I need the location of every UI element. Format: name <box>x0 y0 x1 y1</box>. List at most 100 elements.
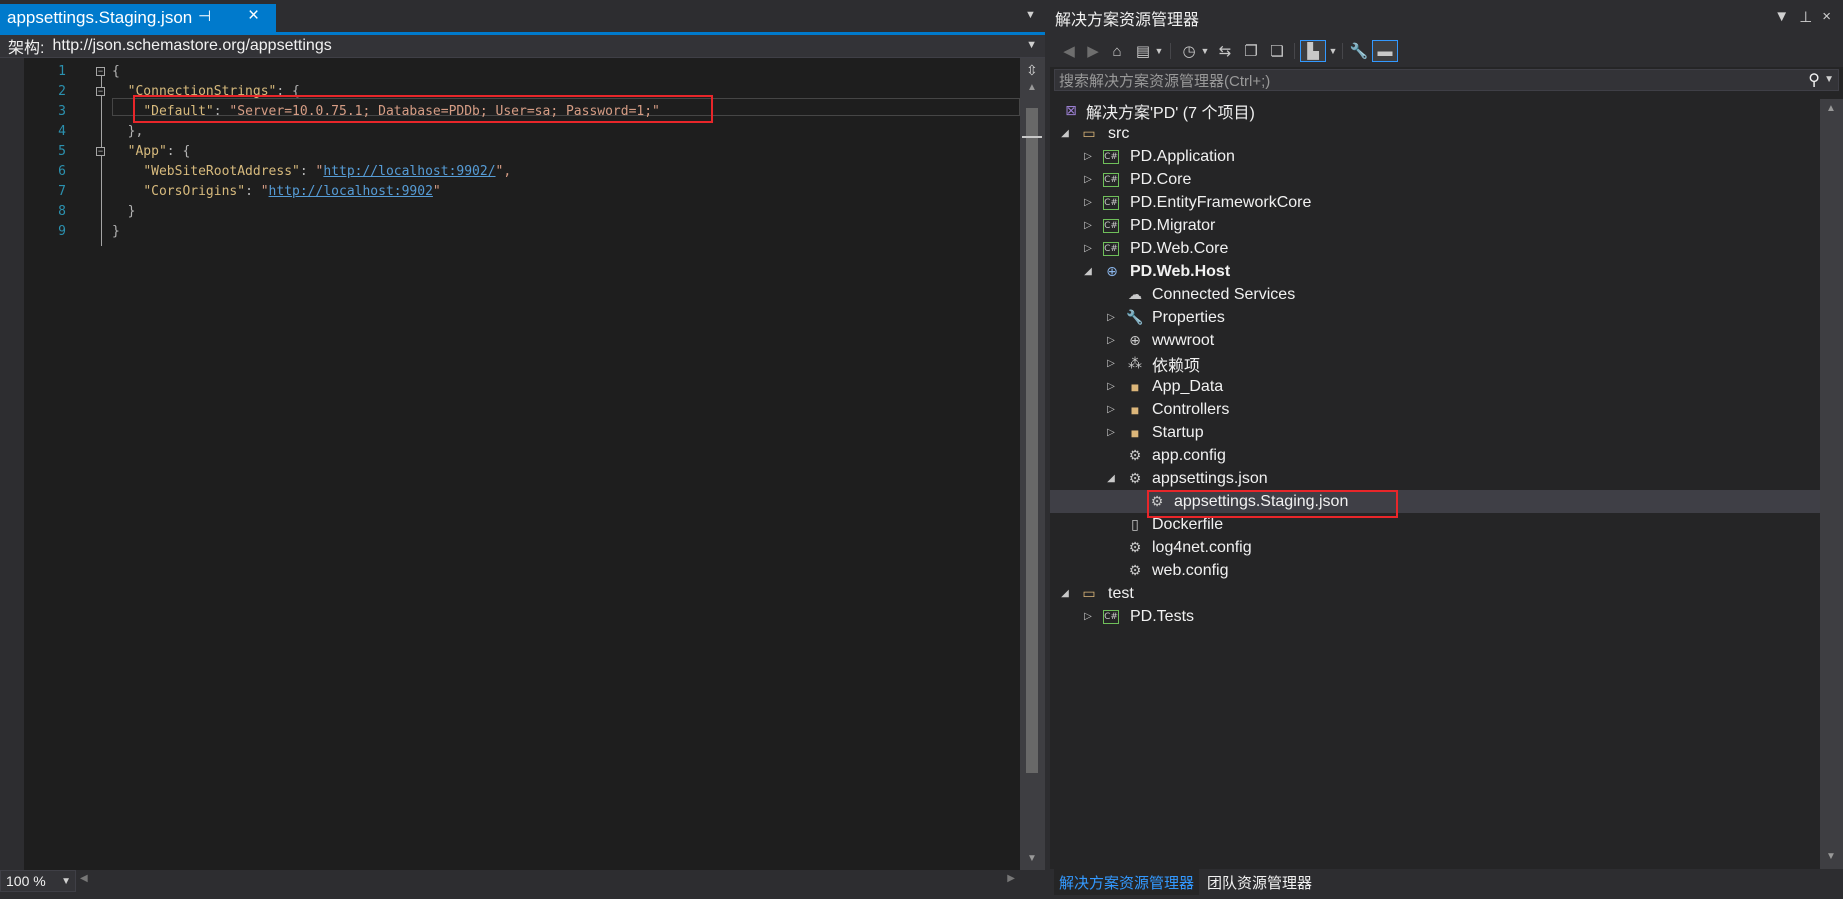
collapsed-arrow-icon[interactable]: ▷ <box>1105 358 1117 369</box>
pending-changes-filter-icon[interactable]: ◷ <box>1178 40 1200 62</box>
collapsed-arrow-icon[interactable]: ▷ <box>1082 174 1094 185</box>
tab-appsettings-staging[interactable]: appsettings.Staging.json ⊣ × <box>0 4 276 32</box>
properties-wrench-icon[interactable]: 🔧 <box>1348 40 1370 62</box>
tree-item-log4net-config[interactable]: ⚙ log4net.config <box>1050 536 1820 559</box>
json-token: : <box>299 164 316 179</box>
back-icon[interactable]: ◀ <box>1060 40 1078 62</box>
chevron-down-icon[interactable]: ▼ <box>1200 40 1210 62</box>
tree-item-pd-efcore[interactable]: ▷ C# PD.EntityFrameworkCore <box>1050 191 1820 214</box>
tab-team-explorer[interactable]: 团队资源管理器 <box>1202 869 1317 895</box>
caret-position-marker <box>1022 136 1042 138</box>
close-icon[interactable]: × <box>1822 8 1831 26</box>
code-editor[interactable]: 1 2 3 4 5 6 7 8 9 − − − { "ConnectionStr… <box>0 58 1020 870</box>
auto-hide-pin-icon[interactable]: ⊥ <box>1799 8 1812 26</box>
chevron-down-icon[interactable]: ▼ <box>1824 74 1834 85</box>
tree-item-dependencies[interactable]: ▷ ⁂ 依赖项 <box>1050 352 1820 375</box>
tree-item-test[interactable]: ◢ ▭ test <box>1050 582 1820 605</box>
tree-item-label: PD.Application <box>1130 147 1235 165</box>
close-icon[interactable]: × <box>248 5 259 27</box>
collapsed-arrow-icon[interactable]: ▷ <box>1105 427 1117 438</box>
collapsed-arrow-icon[interactable]: ▷ <box>1105 404 1117 415</box>
url-link[interactable]: http://localhost:9902 <box>269 184 433 199</box>
collapse-icon[interactable]: − <box>96 67 105 76</box>
preview-pane-icon[interactable]: ▬ <box>1372 40 1398 62</box>
scroll-up-icon[interactable]: ▲ <box>1826 103 1836 114</box>
code-line-7: "CorsOrigins": "http://localhost:9902" <box>112 182 660 202</box>
sync-active-document-icon[interactable]: ⇆ <box>1214 40 1236 62</box>
scroll-right-icon[interactable]: ▶ <box>1007 873 1015 884</box>
tree-item-label: Controllers <box>1152 400 1230 418</box>
collapsed-arrow-icon[interactable]: ▷ <box>1082 220 1094 231</box>
chevron-down-icon[interactable]: ▼ <box>61 876 71 887</box>
line-number: 2 <box>58 84 66 99</box>
expanded-arrow-icon[interactable]: ◢ <box>1059 588 1071 599</box>
collapse-icon[interactable]: − <box>96 147 105 156</box>
tree-item-app-config[interactable]: ⚙ app.config <box>1050 444 1820 467</box>
globe-icon: ⊕ <box>1129 332 1141 348</box>
annotation-highlight-box <box>1147 490 1398 518</box>
tree-item-connected-services[interactable]: ☁ Connected Services <box>1050 283 1820 306</box>
zoom-dropdown[interactable]: 100 % ▼ <box>0 870 76 892</box>
tree-item-pd-tests[interactable]: ▷ C# PD.Tests <box>1050 605 1820 628</box>
split-window-icon[interactable]: ⇳ <box>1026 62 1038 79</box>
tree-item-pd-migrator[interactable]: ▷ C# PD.Migrator <box>1050 214 1820 237</box>
collapse-all-icon[interactable]: ❐ <box>1240 40 1262 62</box>
expanded-arrow-icon[interactable]: ◢ <box>1082 266 1094 277</box>
expanded-arrow-icon[interactable]: ◢ <box>1105 473 1117 484</box>
tree-item-src[interactable]: ◢ ▭ src <box>1050 122 1820 145</box>
tree-item-pd-application[interactable]: ▷ C# PD.Application <box>1050 145 1820 168</box>
tree-item-pd-web-host[interactable]: ◢ ⊕ PD.Web.Host <box>1050 260 1820 283</box>
preview-selected-items-icon[interactable]: ▙ <box>1300 40 1326 62</box>
url-link[interactable]: http://localhost:9902/ <box>323 164 495 179</box>
collapsed-arrow-icon[interactable]: ▷ <box>1082 611 1094 622</box>
scroll-thumb[interactable] <box>1026 108 1038 773</box>
panel-bottom-tabs: 解决方案资源管理器 团队资源管理器 <box>1050 869 1843 899</box>
scroll-down-icon[interactable]: ▼ <box>1027 853 1037 864</box>
tree-item-wwwroot[interactable]: ▷ ⊕ wwwroot <box>1050 329 1820 352</box>
schema-selector[interactable]: 架构: http://json.schemastore.org/appsetti… <box>0 35 1045 58</box>
solution-search-input[interactable]: 搜索解决方案资源管理器(Ctrl+;) ⚲ ▼ <box>1054 69 1839 91</box>
scroll-down-icon[interactable]: ▼ <box>1826 851 1836 862</box>
tree-item-solution[interactable]: ⊠ 解决方案'PD' (7 个项目) <box>1050 99 1820 122</box>
collapsed-arrow-icon[interactable]: ▷ <box>1082 243 1094 254</box>
search-icon[interactable]: ⚲ <box>1808 70 1820 90</box>
tree-item-label: test <box>1108 584 1134 602</box>
home-icon[interactable]: ⌂ <box>1106 40 1128 62</box>
solution-explorer-titlebar: 解决方案资源管理器 ▼ ⊥ × <box>1050 0 1843 35</box>
chevron-down-icon[interactable]: ▼ <box>1328 40 1338 62</box>
folder-open-icon: ▭ <box>1082 125 1096 141</box>
collapsed-arrow-icon[interactable]: ▷ <box>1105 335 1117 346</box>
tree-item-controllers[interactable]: ▷ ■ Controllers <box>1050 398 1820 421</box>
csharp-project-icon: C# <box>1103 149 1119 164</box>
tree-item-startup[interactable]: ▷ ■ Startup <box>1050 421 1820 444</box>
tab-solution-explorer[interactable]: 解决方案资源管理器 <box>1054 869 1200 895</box>
expanded-arrow-icon[interactable]: ◢ <box>1059 128 1071 139</box>
collapsed-arrow-icon[interactable]: ▷ <box>1105 381 1117 392</box>
chevron-down-icon[interactable]: ▼ <box>1026 39 1037 51</box>
csharp-project-icon: C# <box>1103 241 1119 256</box>
tree-vertical-scrollbar[interactable]: ▲ ▼ <box>1820 99 1843 869</box>
scroll-up-icon[interactable]: ▲ <box>1027 82 1037 93</box>
solution-explorer-toolbar: ◀ ▶ ⌂ ▤ ▼ ◷ ▼ ⇆ ❐ ❏ ▙ ▼ 🔧 ▬ <box>1050 35 1843 67</box>
tree-item-app-data[interactable]: ▷ ■ App_Data <box>1050 375 1820 398</box>
window-position-dropdown-icon[interactable]: ▼ <box>1774 8 1789 26</box>
tree-item-properties[interactable]: ▷ 🔧 Properties <box>1050 306 1820 329</box>
forward-icon[interactable]: ▶ <box>1084 40 1102 62</box>
tree-item-pd-web-core[interactable]: ▷ C# PD.Web.Core <box>1050 237 1820 260</box>
tree-item-web-config[interactable]: ⚙ web.config <box>1050 559 1820 582</box>
tree-item-pd-core[interactable]: ▷ C# PD.Core <box>1050 168 1820 191</box>
tab-list-dropdown-icon[interactable]: ▼ <box>1025 9 1036 21</box>
chevron-down-icon[interactable]: ▼ <box>1154 40 1164 62</box>
collapse-icon[interactable]: − <box>96 87 105 96</box>
tree-item-appsettings-json[interactable]: ◢ ⚙ appsettings.json <box>1050 467 1820 490</box>
editor-vertical-scrollbar[interactable]: ⇳ ▲ ▼ <box>1020 58 1045 870</box>
pin-icon[interactable]: ⊣ <box>198 7 211 25</box>
show-all-files-icon[interactable]: ❏ <box>1266 40 1288 62</box>
scroll-left-icon[interactable]: ◀ <box>80 873 88 884</box>
switch-views-icon[interactable]: ▤ <box>1132 40 1154 62</box>
collapsed-arrow-icon[interactable]: ▷ <box>1082 197 1094 208</box>
collapsed-arrow-icon[interactable]: ▷ <box>1082 151 1094 162</box>
editor-horizontal-scrollbar[interactable]: ◀ ▶ <box>80 873 1015 887</box>
line-number: 4 <box>58 124 66 139</box>
collapsed-arrow-icon[interactable]: ▷ <box>1105 312 1117 323</box>
